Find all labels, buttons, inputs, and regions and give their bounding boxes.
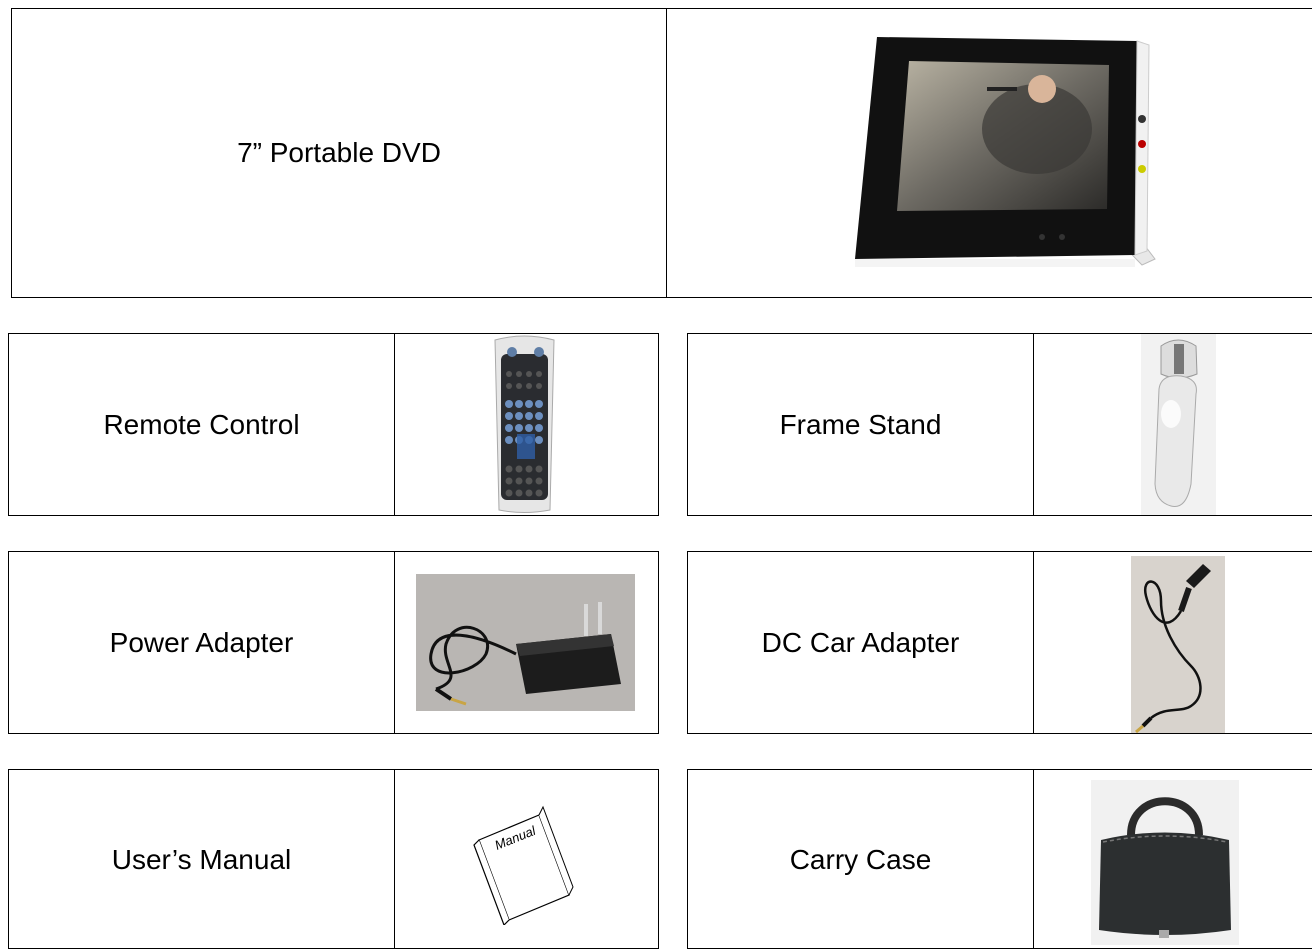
item-row-frame-stand: Frame Stand bbox=[687, 333, 1312, 516]
item-label-frame-stand: Frame Stand bbox=[779, 408, 942, 440]
remote-control-image bbox=[487, 334, 562, 517]
item-label-dc-car-adapter: DC Car Adapter bbox=[761, 626, 960, 658]
item-label-users-manual: User’s Manual bbox=[111, 844, 292, 875]
item-row-portable-dvd: 7” Portable DVD bbox=[11, 8, 1312, 298]
item-row-users-manual: User’s Manual Manual bbox=[8, 769, 659, 949]
item-label-remote-control: Remote Control bbox=[103, 408, 300, 440]
item-label-power-adapter: Power Adapter bbox=[109, 626, 294, 658]
item-row-power-adapter: Power Adapter bbox=[8, 551, 659, 734]
item-row-remote-control: Remote Control bbox=[8, 333, 659, 516]
power-adapter-image bbox=[416, 574, 635, 711]
cell-divider bbox=[1033, 770, 1034, 948]
manual-booklet-image: Manual bbox=[469, 795, 579, 925]
item-label-carry-case: Carry Case bbox=[789, 844, 932, 875]
carry-case-image bbox=[1091, 780, 1239, 945]
frame-stand-image bbox=[1141, 334, 1216, 515]
cell-divider bbox=[394, 770, 395, 948]
item-row-carry-case: Carry Case bbox=[687, 769, 1312, 949]
item-row-dc-car-adapter: DC Car Adapter bbox=[687, 551, 1312, 734]
portable-dvd-image bbox=[837, 19, 1167, 289]
car-adapter-image bbox=[1131, 556, 1225, 733]
cell-divider bbox=[1033, 334, 1034, 515]
cell-divider bbox=[666, 9, 667, 297]
item-label-portable-dvd: 7” Portable DVD bbox=[237, 137, 441, 168]
cell-divider bbox=[394, 552, 395, 733]
cell-divider bbox=[394, 334, 395, 515]
cell-divider bbox=[1033, 552, 1034, 733]
